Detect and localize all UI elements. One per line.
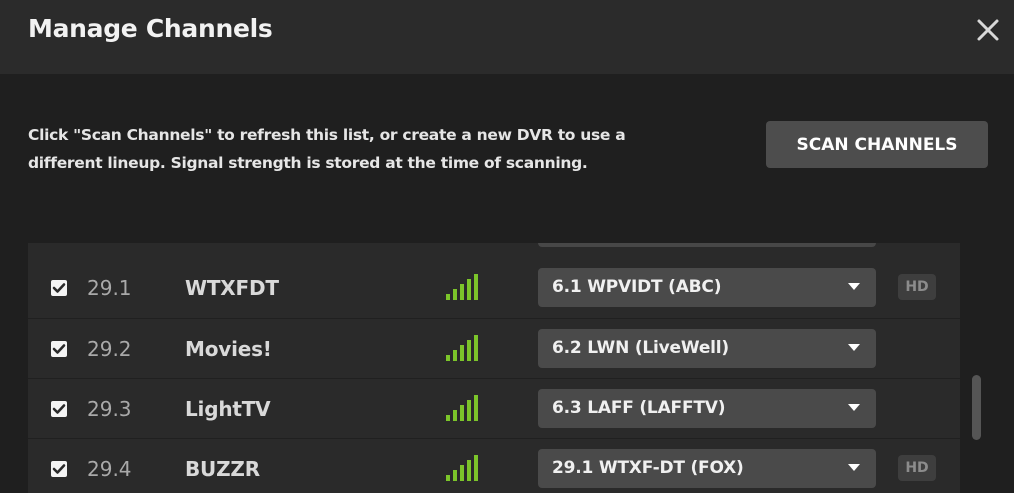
channel-guide-select[interactable]: 6.1 WPVIDT (ABC) bbox=[538, 268, 876, 307]
channel-row: 29.4 BUZZR 29.1 WTXF-DT (FOX) HD bbox=[28, 438, 960, 493]
channel-guide-select[interactable]: 29.1 WTXF-DT (FOX) bbox=[538, 449, 876, 488]
channel-number: 29.4 bbox=[87, 457, 132, 481]
channel-name: BUZZR bbox=[185, 457, 260, 481]
channel-checkbox[interactable] bbox=[51, 280, 67, 296]
channel-row: 29.1 WTXFDT 6.1 WPVIDT (ABC) HD bbox=[28, 258, 960, 315]
signal-strength-icon bbox=[446, 395, 478, 421]
guide-select-value: 6.3 LAFF (LAFFTV) bbox=[552, 398, 726, 418]
channel-number: 29.1 bbox=[87, 276, 132, 300]
close-icon[interactable] bbox=[974, 14, 1002, 46]
scan-description: Click "Scan Channels" to refresh this li… bbox=[28, 126, 626, 172]
hd-badge: HD bbox=[898, 455, 936, 481]
channel-checkbox[interactable] bbox=[51, 461, 67, 477]
channel-name: LightTV bbox=[185, 397, 271, 421]
chevron-down-icon bbox=[848, 283, 860, 290]
chevron-down-icon bbox=[848, 404, 860, 411]
scan-channels-button[interactable]: SCAN CHANNELS bbox=[766, 121, 988, 168]
channel-guide-select[interactable]: 6.2 LWN (LiveWell) bbox=[538, 329, 876, 368]
guide-select-value: 6.2 LWN (LiveWell) bbox=[552, 338, 729, 358]
channel-checkbox[interactable] bbox=[51, 341, 67, 357]
chevron-down-icon bbox=[848, 464, 860, 471]
channel-row: 29.2 Movies! 6.2 LWN (LiveWell) bbox=[28, 318, 960, 375]
chevron-down-icon bbox=[848, 344, 860, 351]
signal-strength-icon bbox=[446, 455, 478, 481]
channel-guide-select[interactable]: 6.3 LAFF (LAFFTV) bbox=[538, 389, 876, 428]
scrollbar-thumb[interactable] bbox=[972, 375, 981, 440]
channel-list: 29.1 WTXFDT 6.1 WPVIDT (ABC) HD 29.2 Mov… bbox=[28, 243, 960, 493]
channel-name: WTXFDT bbox=[185, 276, 279, 300]
channel-row: 29.3 LightTV 6.3 LAFF (LAFFTV) bbox=[28, 378, 960, 435]
hd-badge: HD bbox=[898, 274, 936, 300]
channel-number: 29.3 bbox=[87, 397, 132, 421]
channel-number: 29.2 bbox=[87, 337, 132, 361]
dialog-header: Manage Channels bbox=[0, 0, 1014, 74]
channel-guide-select[interactable] bbox=[538, 243, 876, 247]
dialog-title: Manage Channels bbox=[28, 14, 273, 43]
signal-strength-icon bbox=[446, 335, 478, 361]
channel-name: Movies! bbox=[185, 337, 272, 361]
channel-checkbox[interactable] bbox=[51, 401, 67, 417]
guide-select-value: 6.1 WPVIDT (ABC) bbox=[552, 277, 722, 297]
signal-strength-icon bbox=[446, 274, 478, 300]
guide-select-value: 29.1 WTXF-DT (FOX) bbox=[552, 458, 744, 478]
